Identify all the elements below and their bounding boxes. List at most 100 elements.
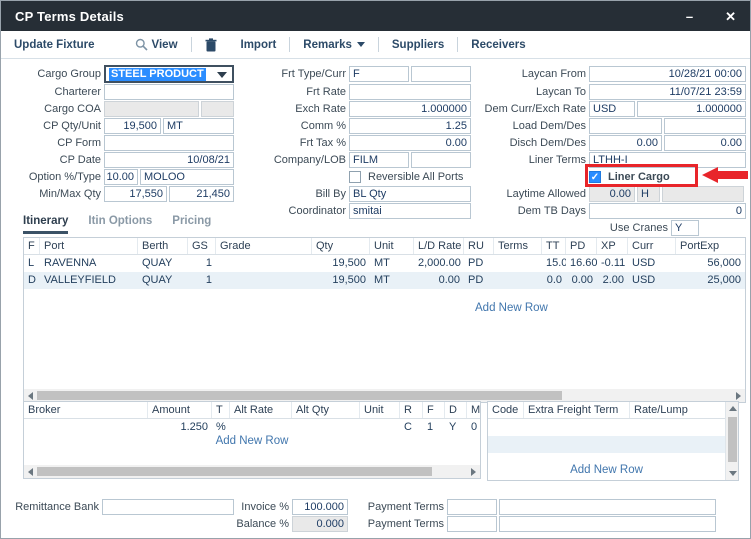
itinerary-row-2[interactable]: D VALLEYFIELD QUAY 1 19,500 MT 0.00 PD 0… (24, 272, 745, 289)
extra-freight-add-new-row-link[interactable]: Add New Row (488, 464, 725, 476)
toolbar-separator (457, 37, 458, 52)
extra-freight-row-1[interactable] (488, 419, 725, 436)
minimize-icon[interactable]: – (686, 10, 693, 23)
load-dem-input[interactable] (589, 118, 662, 134)
field-row-frt-type-curr: Frt Type/Curr F (251, 65, 471, 83)
toolbar-separator (191, 37, 192, 52)
col-header-grade: Grade (216, 238, 312, 254)
remarks-button[interactable]: Remarks (303, 39, 365, 51)
import-button[interactable]: Import (241, 39, 277, 51)
extra-freight-row-2[interactable] (488, 436, 725, 453)
disch-dem-input[interactable]: 0.00 (589, 135, 662, 151)
cp-qty-input[interactable]: 19,500 (104, 118, 161, 134)
payment-terms-input-1[interactable] (499, 499, 716, 515)
option-pct-input[interactable]: 10.00 (104, 169, 138, 185)
field-row-cp-date: CP Date 10/08/21 (7, 152, 234, 168)
scroll-left-arrow-icon[interactable] (24, 465, 37, 478)
laycan-to-input[interactable]: 11/07/21 23:59 (589, 84, 746, 100)
itinerary-add-new-row-link[interactable]: Add New Row (475, 302, 548, 314)
field-row-option-pct-type: Option %/Type 10.00 MOLOO (7, 169, 234, 185)
chevron-down-icon (217, 72, 227, 78)
use-cranes-input[interactable]: Y (671, 220, 699, 236)
dem-tb-days-input[interactable]: 0 (589, 203, 746, 219)
laytime-filler-field (662, 186, 744, 202)
laycan-from-input[interactable]: 10/28/21 00:00 (589, 66, 746, 82)
payment-terms-code-input-1[interactable] (447, 499, 497, 515)
view-label: View (152, 39, 178, 51)
load-dem-des-label: Load Dem/Des (477, 120, 586, 132)
frt-rate-input[interactable] (349, 84, 471, 100)
frt-tax-pct-input[interactable]: 0.00 (349, 135, 471, 151)
comm-pct-input[interactable]: 1.25 (349, 118, 471, 134)
bill-by-input[interactable]: BL Qty (349, 186, 471, 202)
coordinator-input[interactable]: smitai (349, 203, 471, 219)
search-icon (135, 38, 148, 51)
field-row-coordinator: Coordinator smitai (251, 203, 471, 219)
col-header-gs: GS (188, 238, 216, 254)
payment-terms-label-1: Payment Terms (353, 501, 444, 513)
form-column-middle: Frt Type/Curr F Frt Rate Exch Rate 1.000… (251, 65, 471, 220)
payment-terms-code-input-2[interactable] (447, 516, 497, 532)
trash-icon (205, 38, 217, 52)
receivers-button[interactable]: Receivers (471, 39, 525, 51)
broker-add-new-row-link[interactable]: Add New Row (24, 435, 480, 447)
frt-rate-label: Frt Rate (251, 86, 346, 98)
extra-freight-vertical-scrollbar[interactable] (725, 402, 738, 480)
broker-row-1[interactable]: 1.250 % C 1 Y 0 (24, 419, 480, 436)
frt-type-input[interactable]: F (349, 66, 409, 82)
tab-pricing[interactable]: Pricing (172, 215, 211, 234)
liner-terms-label: Liner Terms (477, 154, 586, 166)
scroll-up-arrow-icon[interactable] (726, 402, 739, 415)
disch-dem-des-label: Disch Dem/Des (477, 137, 586, 149)
laytime-allowed-input: 0.00 (589, 186, 635, 202)
field-row-frt-rate: Frt Rate (251, 84, 471, 100)
field-row-disch-dem-des: Disch Dem/Des 0.00 0.00 (477, 135, 749, 151)
col-header-portexp: PortExp (676, 238, 745, 254)
scrollbar-thumb[interactable] (37, 467, 432, 476)
scrollbar-thumb[interactable] (37, 391, 562, 400)
broker-horizontal-scrollbar[interactable] (24, 465, 480, 478)
min-qty-input[interactable]: 17,550 (104, 186, 167, 202)
view-button[interactable]: View (135, 38, 178, 51)
lob-input[interactable] (411, 152, 471, 168)
suppliers-button[interactable]: Suppliers (392, 39, 444, 51)
tab-itinerary[interactable]: Itinerary (23, 215, 68, 234)
tab-itin-options[interactable]: Itin Options (88, 215, 152, 234)
balance-pct-label: Balance % (201, 518, 289, 530)
delete-button[interactable] (205, 38, 217, 52)
broker-table: Broker Amount T Alt Rate Alt Qty Unit R … (23, 401, 481, 479)
option-pct-type-label: Option %/Type (7, 171, 101, 183)
load-des-input[interactable] (664, 118, 746, 134)
field-row-load-dem-des: Load Dem/Des (477, 118, 749, 134)
frt-curr-input[interactable] (411, 66, 471, 82)
scroll-right-arrow-icon[interactable] (467, 465, 480, 478)
exch-rate-input[interactable]: 1.000000 (349, 101, 471, 117)
dem-curr-input[interactable]: USD (589, 101, 635, 117)
cp-date-input[interactable]: 10/08/21 (104, 152, 234, 168)
charterer-input[interactable] (104, 84, 234, 100)
company-lob-label: Company/LOB (251, 154, 346, 166)
close-icon[interactable]: ✕ (725, 10, 736, 23)
scroll-down-arrow-icon[interactable] (726, 467, 739, 480)
window-title: CP Terms Details (15, 9, 124, 24)
cp-qty-unit-label: CP Qty/Unit (7, 120, 101, 132)
cp-form-input[interactable] (104, 135, 234, 151)
extra-freight-table: Code Extra Freight Term Rate/Lump Add Ne… (487, 401, 739, 481)
itinerary-row-1[interactable]: L RAVENNA QUAY 1 19,500 MT 2,000.00 PD 1… (24, 255, 745, 272)
cp-date-label: CP Date (7, 154, 101, 166)
reversible-all-ports-checkbox[interactable] (349, 171, 361, 183)
field-row-dem-tb-days: Dem TB Days 0 (477, 203, 749, 219)
option-type-input[interactable]: MOLOO (140, 169, 234, 185)
cargo-group-select[interactable]: STEEL PRODUCT (104, 65, 234, 83)
invoice-pct-input[interactable]: 100.000 (292, 499, 348, 515)
update-fixture-button[interactable]: Update Fixture (14, 39, 95, 51)
payment-terms-input-2[interactable] (499, 516, 716, 532)
scrollbar-thumb[interactable] (728, 417, 737, 462)
dem-exch-rate-input[interactable]: 1.000000 (637, 101, 746, 117)
company-input[interactable]: FILM (349, 152, 409, 168)
field-row-cp-form: CP Form (7, 135, 234, 151)
disch-des-input[interactable]: 0.00 (664, 135, 746, 151)
max-qty-input[interactable]: 21,450 (169, 186, 234, 202)
cp-unit-input[interactable]: MT (163, 118, 234, 134)
col-header-ld-rate: L/D Rate (414, 238, 464, 254)
